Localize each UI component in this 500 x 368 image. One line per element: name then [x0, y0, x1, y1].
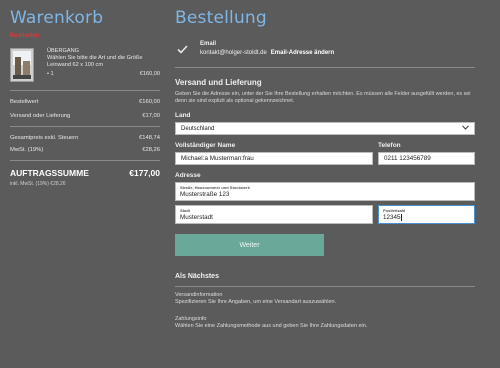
divider: [175, 67, 475, 68]
next-step-item: Zahlungsinfo Wählen Sie eine Zahlungsmet…: [175, 316, 475, 330]
order-total-label: AUFTRAGSSUMME: [10, 168, 89, 178]
order-value-row: Bestellwert €160,00: [10, 99, 160, 105]
next-step-item: Versandinformation Spezifizieren Sie Ihr…: [175, 292, 475, 306]
street-field[interactable]: Straße, Hausnummer und Stockwerk Musters…: [175, 182, 475, 201]
zip-field[interactable]: Postleitzahl 12345: [378, 205, 475, 224]
order-total-row: AUFTRAGSSUMME €177,00: [10, 168, 160, 178]
product-price: €160,00: [139, 71, 160, 77]
country-select[interactable]: Deutschland: [175, 122, 475, 135]
net-total-amount: €148,74: [139, 135, 160, 141]
next-steps-title: Als Nächstes: [175, 273, 219, 280]
cart-summary: Warenkorb Bearbeiten ÜBERGANG Wählen Sie…: [10, 8, 160, 187]
continue-button[interactable]: Weiter: [175, 234, 324, 256]
name-field[interactable]: Michael:a Musterman:frau: [175, 152, 373, 165]
street-value: Musterstraße 123: [180, 191, 230, 198]
net-total-label: Gesamtpreis exkl. Steuern: [10, 135, 79, 141]
divider: [10, 126, 160, 127]
shipping-amount: €17,00: [142, 113, 160, 119]
text-caret: [401, 213, 402, 221]
divider: [10, 160, 160, 161]
shipping-label: Versand oder Lieferung: [10, 113, 71, 119]
cart-product: ÜBERGANG Wählen Sie bitte die Art und di…: [10, 48, 160, 82]
cart-title: Warenkorb: [10, 8, 104, 28]
change-email-link[interactable]: Email-Adresse ändern: [271, 49, 334, 58]
shipping-section-description: Geben Sie die Adresse ein, unter der Sie…: [175, 91, 471, 104]
country-value: Deutschland: [181, 125, 215, 132]
email-label: Email: [200, 41, 217, 47]
shipping-row: Versand oder Lieferung €17,00: [10, 113, 160, 119]
net-total-row: Gesamtpreis exkl. Steuern €148,74: [10, 135, 160, 141]
shipping-section-title: Versand und Lieferung: [175, 78, 262, 87]
city-value: Musterstadt: [180, 214, 213, 221]
email-value: kontakt@holger-stoldt.de: [200, 50, 267, 56]
name-label: Vollständiger Name: [175, 142, 236, 149]
next-step-title: Zahlungsinfo: [175, 316, 207, 322]
zip-value: 12345: [383, 214, 401, 221]
divider: [10, 90, 160, 91]
product-thumbnail: [10, 48, 34, 82]
product-description: Wählen Sie bitte die Art und die Größe: [47, 55, 143, 61]
vat-amount: €28,26: [142, 147, 160, 153]
chevron-down-icon: [462, 125, 469, 132]
order-title: Bestellung: [175, 8, 267, 28]
checkout-form: Bestellung Email kontakt@holger-stoldt.d…: [175, 8, 475, 330]
vat-label: MwSt. (19%): [10, 147, 44, 153]
cart-edit-link[interactable]: Bearbeiten: [10, 33, 160, 39]
product-quantity: • 1: [47, 71, 54, 77]
phone-label: Telefon: [378, 142, 401, 149]
country-label: Land: [175, 112, 191, 119]
vat-row: MwSt. (19%) €28,26: [10, 147, 160, 153]
check-icon: [177, 44, 188, 55]
next-step-description: Spezifizieren Sie Ihre Angaben, um eine …: [175, 299, 337, 305]
next-step-description: Wählen Sie eine Zahlungsmethode aus und …: [175, 323, 368, 329]
city-field[interactable]: Stadt Musterstadt: [175, 205, 373, 224]
order-total-amount: €177,00: [129, 168, 160, 178]
next-step-title: Versandinformation: [175, 292, 223, 298]
name-value: Michael:a Musterman:frau: [181, 155, 254, 162]
order-value-label: Bestellwert: [10, 99, 39, 105]
product-name: ÜBERGANG: [47, 48, 80, 54]
address-label: Adresse: [175, 172, 201, 179]
divider: [175, 286, 475, 287]
order-value-amount: €160,00: [139, 99, 160, 105]
phone-field[interactable]: 0211 123456789: [378, 152, 475, 165]
tax-note: inkl. MwSt. (19%) €28,26: [10, 181, 66, 187]
email-block: Email kontakt@holger-stoldt.de Email-Adr…: [175, 40, 475, 58]
product-size: Leinwand 62 x 100 cm: [47, 62, 103, 68]
phone-value: 0211 123456789: [384, 155, 431, 162]
